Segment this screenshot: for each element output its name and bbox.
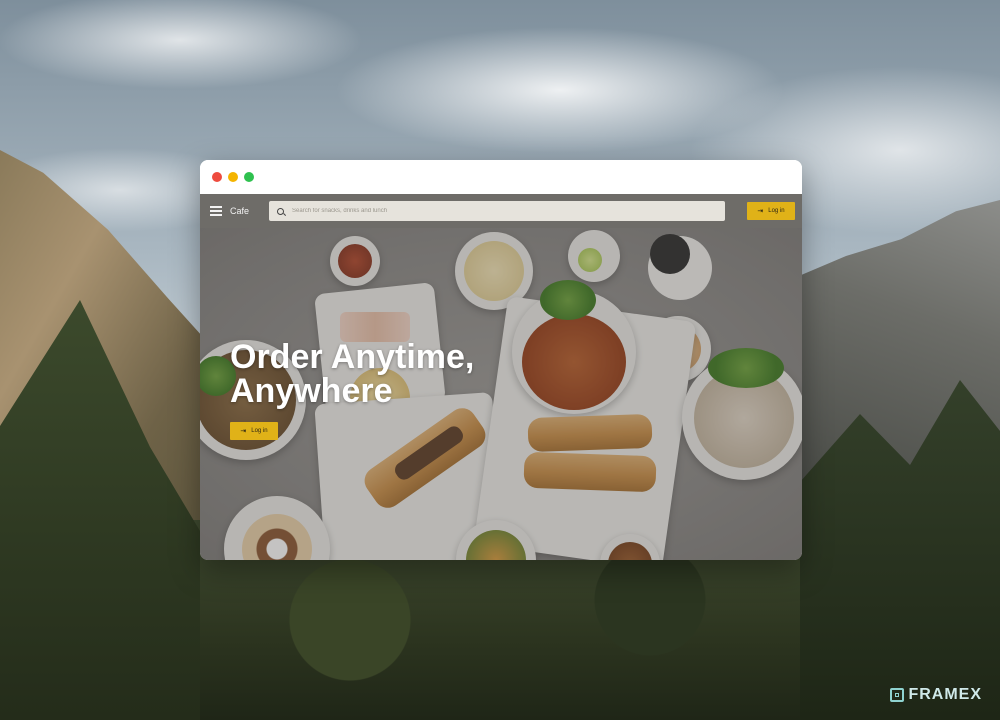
minimize-window-button[interactable]: [228, 172, 238, 182]
hamburger-menu-icon[interactable]: [210, 206, 222, 216]
framex-brand-name: FRAMEX: [908, 686, 982, 703]
close-window-button[interactable]: [212, 172, 222, 182]
hero-login-button[interactable]: ⇥ Log in: [230, 422, 278, 440]
app-name: Cafe: [230, 206, 250, 216]
framex-logo-icon: [890, 688, 905, 702]
hero-login-label: Log in: [251, 428, 268, 434]
hero-title-line-1: Order Anytime,: [230, 338, 475, 376]
header-login-button[interactable]: ⇥ Log in: [747, 202, 795, 220]
header-login-label: Log in: [768, 208, 785, 214]
app-header: Cafe ⇥ Log in: [200, 194, 802, 228]
login-arrow-icon: ⇥: [757, 207, 764, 215]
hero-title: Order Anytime, Anywhere: [230, 340, 474, 408]
login-arrow-icon: ⇥: [240, 427, 247, 435]
search-input[interactable]: [292, 208, 717, 214]
browser-window: Cafe ⇥ Log in: [200, 160, 802, 560]
framex-watermark: FRAMEX: [890, 686, 982, 704]
search-icon: [277, 207, 285, 215]
window-titlebar: [200, 160, 802, 194]
maximize-window-button[interactable]: [244, 172, 254, 182]
hero-title-line-2: Anywhere: [230, 372, 393, 410]
hero-section: Order Anytime, Anywhere ⇥ Log in: [200, 228, 802, 560]
search-bar[interactable]: [269, 201, 725, 221]
